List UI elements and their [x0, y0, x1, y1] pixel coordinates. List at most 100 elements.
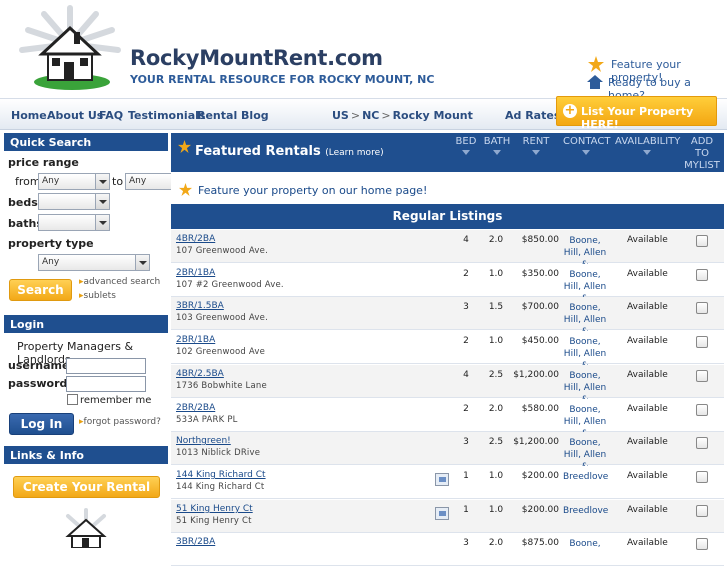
password-input[interactable] — [66, 376, 146, 392]
sort-arrow-icon — [462, 150, 470, 155]
price-from-select[interactable]: Any — [38, 173, 110, 190]
breadcrumb-nc[interactable]: NC — [362, 109, 379, 122]
to-label: to — [112, 175, 124, 188]
listing-title-link[interactable]: 3BR/1.5BA — [176, 301, 224, 311]
create-rental-ad-button[interactable]: Create Your Rental Ad! — [13, 476, 160, 514]
add-to-mylist-checkbox[interactable] — [696, 505, 708, 517]
table-row[interactable]: 3BR/2BA 3 2.0 $875.00 Boone, Available — [171, 533, 724, 566]
remember-me-checkbox[interactable] — [67, 394, 78, 405]
nav-home[interactable]: Home — [11, 109, 47, 122]
listing-title-link[interactable]: 2BR/1BA — [176, 268, 215, 278]
remember-me-label: remember me — [80, 395, 152, 406]
table-row[interactable]: 4BR/2BA 107 Greenwood Ave. 4 2.0 $850.00 Boon… — [171, 230, 724, 270]
star-icon — [588, 56, 604, 72]
listing-baths: 2.0 — [488, 235, 504, 245]
listing-title-link[interactable]: Northgreen! — [176, 436, 231, 446]
listing-contact-link[interactable]: Breedlove — [563, 471, 608, 483]
listing-availability: Available — [627, 471, 668, 481]
listing-availability: Available — [627, 505, 668, 515]
breadcrumb-us[interactable]: US — [332, 109, 349, 122]
nav-about-us[interactable]: About Us — [47, 109, 103, 122]
listing-beds: 4 — [463, 370, 469, 380]
add-to-mylist-checkbox[interactable] — [696, 302, 708, 314]
site-tagline: YOUR RENTAL RESOURCE FOR ROCKY MOUNT, NC — [130, 73, 435, 86]
forgot-password-link[interactable]: forgot password? — [79, 417, 161, 427]
listing-title-link[interactable]: 2BR/1BA — [176, 335, 215, 345]
sidebar: Quick Search price range from Any to Any… — [4, 133, 195, 548]
listing-address: 533A PARK PL — [176, 415, 238, 425]
listing-title-link[interactable]: 3BR/2BA — [176, 537, 215, 547]
col-availability[interactable]: AVAILABILITY — [615, 136, 680, 155]
property-type-label: property type — [8, 237, 94, 250]
chevron-down-icon — [95, 215, 109, 230]
listing-baths: 1.0 — [488, 336, 504, 346]
listing-beds: 2 — [463, 404, 469, 414]
house-logo-icon[interactable] — [14, 4, 126, 94]
breadcrumb-rocky-mount[interactable]: Rocky Mount — [393, 109, 473, 122]
col-bath[interactable]: BATH — [483, 136, 511, 155]
login-button[interactable]: Log In — [9, 413, 74, 435]
nav-testimonials[interactable]: Testimonials — [128, 109, 205, 122]
col-rent[interactable]: RENT — [521, 136, 551, 155]
listing-title-link[interactable]: 4BR/2BA — [176, 234, 215, 244]
nav-rental-blog[interactable]: Rental Blog — [197, 109, 269, 122]
beds-select[interactable] — [38, 193, 110, 210]
feature-home-page-link[interactable]: Feature your property on our home page! — [198, 184, 427, 197]
star-icon — [178, 140, 191, 153]
add-to-mylist-checkbox[interactable] — [696, 437, 708, 449]
listing-rent: $875.00 — [521, 538, 559, 548]
table-row[interactable]: 2BR/2BA 533A PARK PL 2 2.0 $580.00 Boone, Hil… — [171, 399, 724, 439]
photo-icon[interactable] — [435, 507, 449, 520]
col-bed-label: BED — [455, 136, 477, 147]
listing-address: 102 Greenwood Ave — [176, 347, 266, 357]
add-to-mylist-checkbox[interactable] — [696, 538, 708, 550]
sort-arrow-icon — [493, 150, 501, 155]
table-row[interactable]: 3BR/1.5BA 103 Greenwood Ave. 3 1.5 $700.00 Bo… — [171, 297, 724, 337]
nav-ad-rates[interactable]: Ad Rates — [505, 109, 560, 122]
listing-contact-link[interactable]: Breedlove — [563, 505, 608, 517]
username-input[interactable] — [66, 358, 146, 374]
listing-rent: $200.00 — [521, 471, 559, 481]
listing-contact-link[interactable]: Boone, — [563, 538, 607, 550]
col-add-to-mylist[interactable]: ADD TO MYLIST — [683, 136, 721, 172]
add-to-mylist-checkbox[interactable] — [696, 370, 708, 382]
col-contact[interactable]: CONTACT — [563, 136, 610, 155]
table-row[interactable]: 2BR/1BA 107 #2 Greenwood Ave. 2 1.0 $350.00 B… — [171, 264, 724, 304]
login-heading: Login — [4, 315, 168, 333]
baths-select[interactable] — [38, 214, 110, 231]
listing-rent: $200.00 — [521, 505, 559, 515]
listing-title-link[interactable]: 4BR/2.5BA — [176, 369, 224, 379]
photo-icon[interactable] — [435, 473, 449, 486]
listing-rent: $700.00 — [521, 302, 559, 312]
search-button[interactable]: Search — [9, 279, 72, 301]
featured-title-text: Featured Rentals — [195, 144, 321, 159]
table-row[interactable]: 144 King Richard Ct 144 King Richard Ct 1 1… — [171, 466, 724, 499]
table-row[interactable]: Northgreen! 1013 Niblick DRive 3 2.5 $1,200.… — [171, 432, 724, 472]
price-range-label: price range — [8, 156, 79, 169]
listing-availability: Available — [627, 269, 668, 279]
table-row[interactable]: 2BR/1BA 102 Greenwood Ave 2 1.0 $450.00 Boone… — [171, 331, 724, 371]
listing-rent: $450.00 — [521, 336, 559, 346]
add-to-mylist-checkbox[interactable] — [696, 269, 708, 281]
listing-title-link[interactable]: 51 King Henry Ct — [176, 504, 253, 514]
learn-more-link[interactable]: (Learn more) — [325, 148, 383, 158]
add-to-mylist-checkbox[interactable] — [696, 471, 708, 483]
table-row[interactable]: 4BR/2.5BA 1736 Bobwhite Lane 4 2.5 $1,200.00… — [171, 365, 724, 405]
listing-address: 1736 Bobwhite Lane — [176, 381, 267, 391]
nav-faq[interactable]: FAQ — [99, 109, 123, 122]
listing-title-link[interactable]: 2BR/2BA — [176, 403, 215, 413]
sublets-link[interactable]: sublets — [79, 291, 116, 301]
advanced-search-link[interactable]: advanced search — [79, 277, 161, 287]
add-to-mylist-checkbox[interactable] — [696, 336, 708, 348]
chevron-down-icon — [95, 174, 109, 189]
table-row[interactable]: 51 King Henry Ct 51 King Henry Ct 1 1.0 $200… — [171, 500, 724, 533]
site-title[interactable]: RockyMountRent.com — [130, 46, 383, 70]
add-to-mylist-checkbox[interactable] — [696, 235, 708, 247]
add-to-mylist-checkbox[interactable] — [696, 404, 708, 416]
property-type-select[interactable]: Any — [38, 254, 150, 271]
property-type-value: Any — [42, 257, 60, 267]
listing-availability: Available — [627, 404, 668, 414]
col-bed[interactable]: BED — [453, 136, 479, 155]
list-property-button[interactable]: + List Your Property HERE! — [556, 96, 717, 131]
listing-title-link[interactable]: 144 King Richard Ct — [176, 470, 266, 480]
